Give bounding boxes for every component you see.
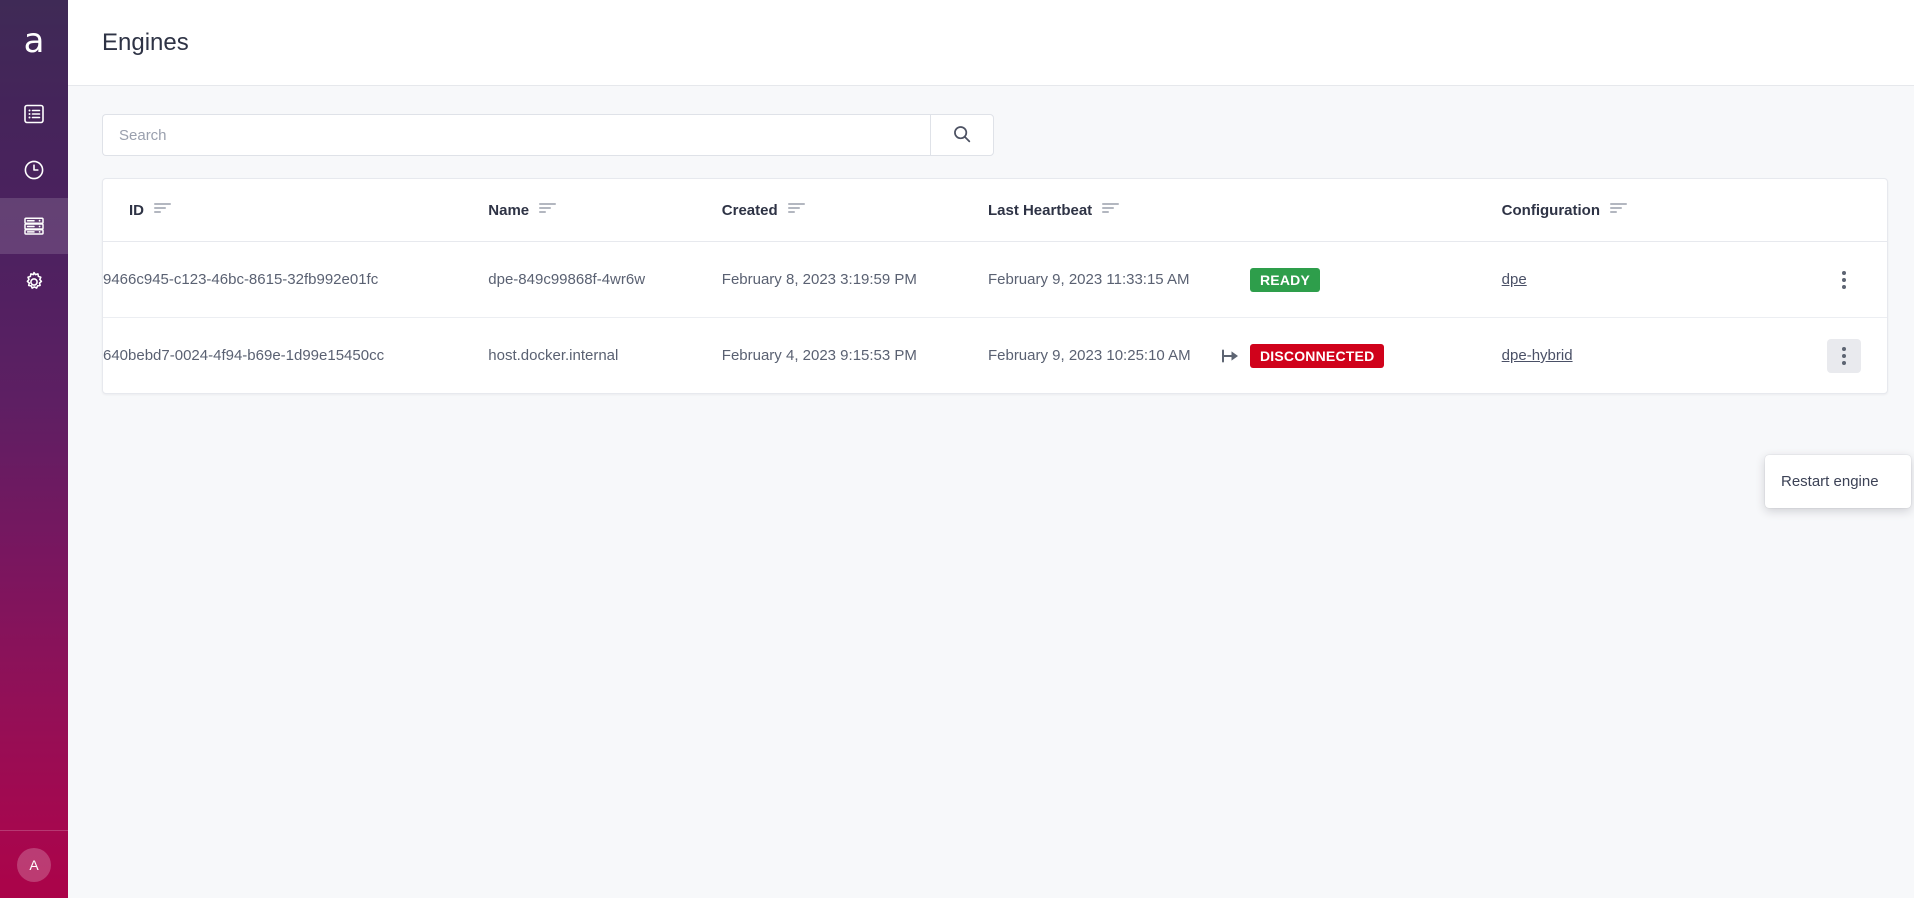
table-row[interactable]: 9466c945-c123-46bc-8615-32fb992e01fc dpe…	[103, 242, 1887, 318]
column-label-configuration: Configuration	[1502, 202, 1600, 219]
sort-icon[interactable]	[1102, 201, 1119, 219]
cell-actions	[1782, 242, 1887, 318]
row-menu-button[interactable]	[1827, 263, 1861, 297]
heartbeat-time: February 9, 2023 10:25:10 AM	[988, 347, 1210, 364]
configuration-link[interactable]: dpe	[1502, 271, 1527, 288]
sidebar-nav	[0, 86, 68, 310]
sidebar-footer: A	[0, 830, 68, 898]
cell-name: host.docker.internal	[488, 318, 722, 394]
menu-item-restart-engine[interactable]: Restart engine	[1765, 463, 1911, 500]
engines-table: ID	[103, 179, 1887, 393]
sidebar-item-engines[interactable]	[0, 198, 68, 254]
table-body: 9466c945-c123-46bc-8615-32fb992e01fc dpe…	[103, 242, 1887, 394]
content-area: ID	[68, 86, 1914, 898]
app-logo[interactable]: a	[0, 0, 68, 86]
column-label-id: ID	[129, 202, 144, 219]
cell-id: 640bebd7-0024-4f94-b69e-1d99e15450cc	[103, 318, 488, 394]
row-context-menu: Restart engine	[1765, 455, 1911, 508]
cell-last-heartbeat: February 9, 2023 10:25:10 AM DISC	[988, 318, 1502, 394]
search-input[interactable]	[102, 114, 930, 156]
cell-configuration: dpe	[1502, 242, 1782, 318]
table-head: ID	[103, 179, 1887, 242]
search-bar	[102, 114, 1880, 156]
table-row[interactable]: 640bebd7-0024-4f94-b69e-1d99e15450cc hos…	[103, 318, 1887, 394]
sidebar-item-jobs[interactable]	[0, 86, 68, 142]
column-header-configuration[interactable]: Configuration	[1502, 179, 1782, 242]
sort-icon[interactable]	[788, 201, 805, 219]
list-icon	[22, 102, 46, 126]
row-menu-button[interactable]	[1827, 339, 1861, 373]
heartbeat-time: February 9, 2023 11:33:15 AM	[988, 271, 1210, 288]
sidebar: a	[0, 0, 68, 898]
cell-id: 9466c945-c123-46bc-8615-32fb992e01fc	[103, 242, 488, 318]
logo-glyph: a	[24, 24, 45, 58]
column-header-last-heartbeat[interactable]: Last Heartbeat	[988, 179, 1502, 242]
cell-created: February 4, 2023 9:15:53 PM	[722, 318, 988, 394]
cell-created: February 8, 2023 3:19:59 PM	[722, 242, 988, 318]
search-button[interactable]	[930, 114, 994, 156]
column-label-name: Name	[488, 202, 529, 219]
topbar: Engines	[68, 0, 1914, 86]
column-header-created[interactable]: Created	[722, 179, 988, 242]
column-label-last-heartbeat: Last Heartbeat	[988, 202, 1092, 219]
page-title: Engines	[102, 29, 189, 57]
skip-forward-icon	[1210, 348, 1250, 364]
kebab-icon	[1842, 270, 1846, 291]
engines-table-card: ID	[102, 178, 1888, 394]
kebab-icon	[1842, 346, 1846, 367]
column-header-actions	[1782, 179, 1887, 242]
cell-actions	[1782, 318, 1887, 394]
configuration-link[interactable]: dpe-hybrid	[1502, 347, 1573, 364]
status-badge: DISCONNECTED	[1250, 344, 1384, 368]
server-icon	[22, 214, 46, 238]
avatar[interactable]: A	[17, 848, 51, 882]
sort-icon[interactable]	[154, 201, 171, 219]
cell-configuration: dpe-hybrid	[1502, 318, 1782, 394]
cell-name: dpe-849c99868f-4wr6w	[488, 242, 722, 318]
status-badge: READY	[1250, 268, 1320, 292]
gear-icon	[22, 270, 46, 294]
column-header-name[interactable]: Name	[488, 179, 722, 242]
main-area: Engines	[68, 0, 1914, 898]
clock-icon	[22, 158, 46, 182]
sort-icon[interactable]	[539, 201, 556, 219]
sidebar-item-settings[interactable]	[0, 254, 68, 310]
column-header-id[interactable]: ID	[103, 179, 488, 242]
table-header-row: ID	[103, 179, 1887, 242]
search-icon	[951, 123, 973, 148]
column-label-created: Created	[722, 202, 778, 219]
sort-icon[interactable]	[1610, 201, 1627, 219]
cell-last-heartbeat: February 9, 2023 11:33:15 AM READY	[988, 242, 1502, 318]
sidebar-item-history[interactable]	[0, 142, 68, 198]
app-root: a	[0, 0, 1914, 898]
